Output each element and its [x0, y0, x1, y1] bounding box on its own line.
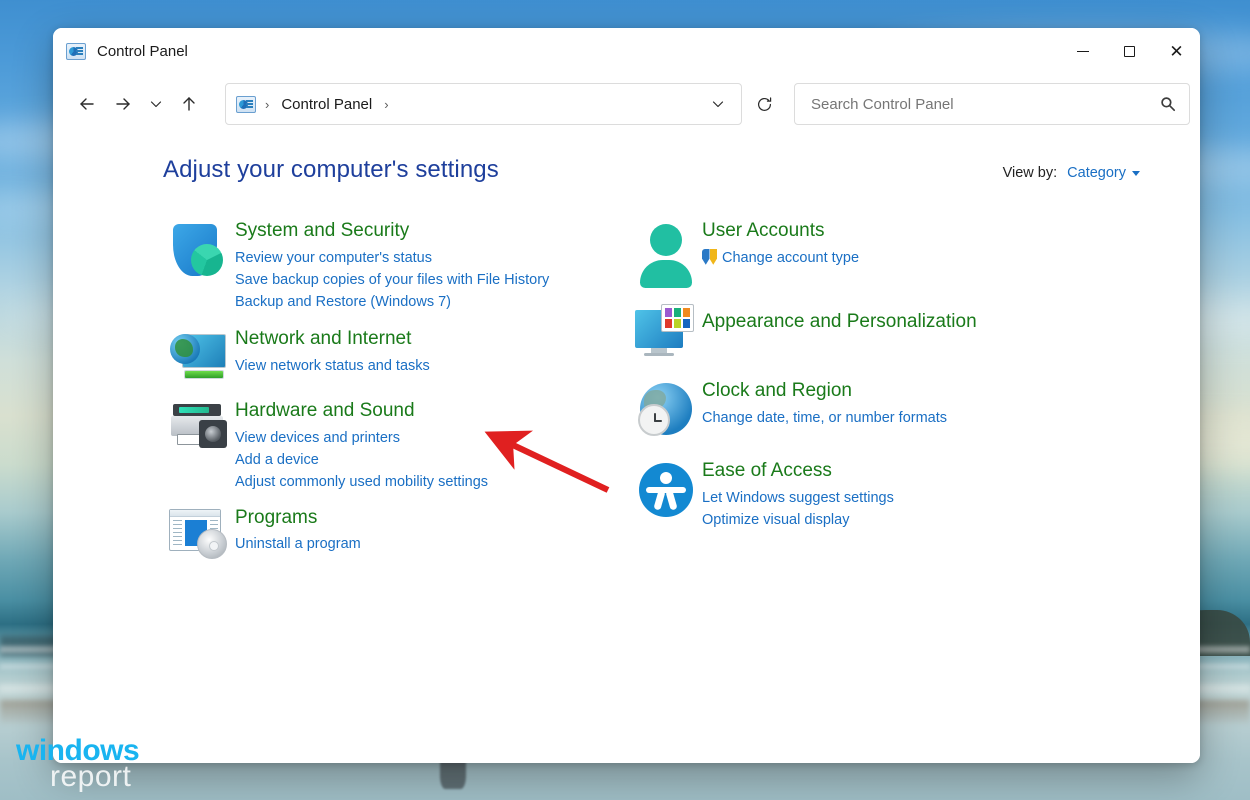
- address-bar[interactable]: › Control Panel ›: [225, 83, 742, 125]
- link-adjust-commonly-used-mobility-settings[interactable]: Adjust commonly used mobility settings: [235, 471, 488, 493]
- category-ease-of-access: Ease of Access Let Windows suggest setti…: [630, 458, 1188, 531]
- category-icon-wrap: [163, 218, 235, 313]
- clock-globe-icon: [637, 382, 695, 440]
- uac-shield-icon: [702, 249, 717, 265]
- link-let-windows-suggest-settings[interactable]: Let Windows suggest settings: [702, 487, 894, 509]
- search-icon[interactable]: [1159, 95, 1177, 113]
- link-add-a-device[interactable]: Add a device: [235, 449, 488, 471]
- link-view-network-status-and-tasks[interactable]: View network status and tasks: [235, 355, 430, 377]
- category-programs: Programs Uninstall a program: [163, 505, 628, 559]
- address-bar-actions: [701, 88, 735, 120]
- maximize-button[interactable]: [1106, 28, 1153, 74]
- category-hardware-and-sound: Hardware and Sound View devices and prin…: [163, 398, 628, 493]
- window-title: Control Panel: [97, 43, 188, 60]
- category-title-hardware-and-sound[interactable]: Hardware and Sound: [235, 399, 415, 423]
- control-panel-window: Control Panel ✕: [53, 28, 1200, 763]
- category-title-ease-of-access[interactable]: Ease of Access: [702, 459, 832, 483]
- window-controls: ✕: [1059, 28, 1200, 74]
- category-network-and-internet: Network and Internet View network status…: [163, 326, 628, 386]
- printer-camera-icon: [169, 402, 229, 454]
- heading-row: Adjust your computer's settings View by:…: [53, 156, 1200, 184]
- category-body: Hardware and Sound View devices and prin…: [235, 398, 488, 493]
- category-icon-wrap: [630, 218, 702, 284]
- category-clock-and-region: Clock and Region Change date, time, or n…: [630, 378, 1188, 440]
- recent-locations-chevron-down-icon[interactable]: [141, 87, 171, 121]
- refresh-icon[interactable]: [747, 88, 781, 120]
- category-title-appearance-and-personalization[interactable]: Appearance and Personalization: [702, 310, 977, 334]
- category-icon-wrap: [163, 505, 235, 559]
- link-change-date-time-number-formats[interactable]: Change date, time, or number formats: [702, 407, 947, 429]
- programs-cd-icon: [169, 509, 229, 559]
- category-title-programs[interactable]: Programs: [235, 506, 317, 530]
- view-by-label: View by:: [1003, 165, 1058, 181]
- category-body: System and Security Review your computer…: [235, 218, 549, 313]
- category-icon-wrap: [163, 398, 235, 493]
- watermark-bottom: report: [50, 764, 139, 790]
- title-bar: Control Panel ✕: [53, 28, 1200, 74]
- category-icon-wrap: [630, 300, 702, 358]
- category-appearance-and-personalization: Appearance and Personalization: [630, 300, 1188, 358]
- breadcrumb-separator: ›: [256, 97, 278, 112]
- back-button[interactable]: [69, 87, 105, 121]
- category-body: Programs Uninstall a program: [235, 505, 361, 559]
- category-title-network-and-internet[interactable]: Network and Internet: [235, 327, 411, 351]
- category-icon-wrap: [630, 378, 702, 440]
- category-icon-wrap: [630, 458, 702, 531]
- category-body: Appearance and Personalization: [702, 300, 977, 358]
- forward-button[interactable]: [105, 87, 141, 121]
- category-title-clock-and-region[interactable]: Clock and Region: [702, 379, 852, 403]
- category-body: Clock and Region Change date, time, or n…: [702, 378, 947, 440]
- right-column: User Accounts Change account type: [628, 218, 1188, 566]
- view-by-caret-down-icon[interactable]: [1132, 171, 1140, 176]
- category-icon-wrap: [163, 326, 235, 386]
- category-body: User Accounts Change account type: [702, 218, 859, 284]
- refresh-button-wrap: [742, 88, 786, 120]
- category-user-accounts: User Accounts Change account type: [630, 218, 1188, 284]
- link-save-backup-copies-file-history[interactable]: Save backup copies of your files with Fi…: [235, 269, 549, 291]
- view-by-control: View by: Category: [1003, 165, 1140, 181]
- left-column: System and Security Review your computer…: [163, 218, 628, 566]
- search-input[interactable]: [809, 95, 1159, 114]
- link-view-devices-and-printers[interactable]: View devices and printers: [235, 427, 488, 449]
- search-box[interactable]: [794, 83, 1190, 125]
- shield-icon: [171, 222, 227, 284]
- up-button[interactable]: [171, 87, 207, 121]
- content-area: Adjust your computer's settings View by:…: [53, 134, 1200, 763]
- network-globe-monitor-icon: [170, 330, 228, 386]
- link-change-account-type-label: Change account type: [722, 247, 859, 269]
- category-title-system-and-security[interactable]: System and Security: [235, 219, 409, 243]
- desktop-wallpaper: Control Panel ✕: [0, 0, 1250, 800]
- link-review-your-computers-status[interactable]: Review your computer's status: [235, 247, 549, 269]
- category-system-and-security: System and Security Review your computer…: [163, 218, 628, 313]
- category-columns: System and Security Review your computer…: [53, 218, 1200, 566]
- user-account-icon: [637, 222, 695, 284]
- page-title: Adjust your computer's settings: [163, 156, 499, 184]
- link-change-account-type[interactable]: Change account type: [702, 247, 859, 269]
- breadcrumb-separator[interactable]: ›: [375, 97, 397, 112]
- link-optimize-visual-display[interactable]: Optimize visual display: [702, 509, 894, 531]
- close-button[interactable]: ✕: [1153, 28, 1200, 74]
- appearance-monitor-icon: [635, 304, 697, 358]
- breadcrumb-control-panel[interactable]: Control Panel: [278, 94, 375, 115]
- link-backup-and-restore-windows-7[interactable]: Backup and Restore (Windows 7): [235, 291, 549, 313]
- category-body: Ease of Access Let Windows suggest setti…: [702, 458, 894, 531]
- ease-of-access-icon: [637, 462, 695, 520]
- link-uninstall-a-program[interactable]: Uninstall a program: [235, 533, 361, 555]
- minimize-button[interactable]: [1059, 28, 1106, 74]
- category-title-user-accounts[interactable]: User Accounts: [702, 219, 825, 243]
- previous-locations-chevron-down-icon[interactable]: [701, 88, 735, 120]
- address-control-panel-icon: [236, 96, 256, 113]
- category-body: Network and Internet View network status…: [235, 326, 430, 386]
- control-panel-icon: [66, 43, 86, 60]
- view-by-value[interactable]: Category: [1067, 165, 1126, 181]
- navigation-toolbar: › Control Panel ›: [53, 74, 1200, 134]
